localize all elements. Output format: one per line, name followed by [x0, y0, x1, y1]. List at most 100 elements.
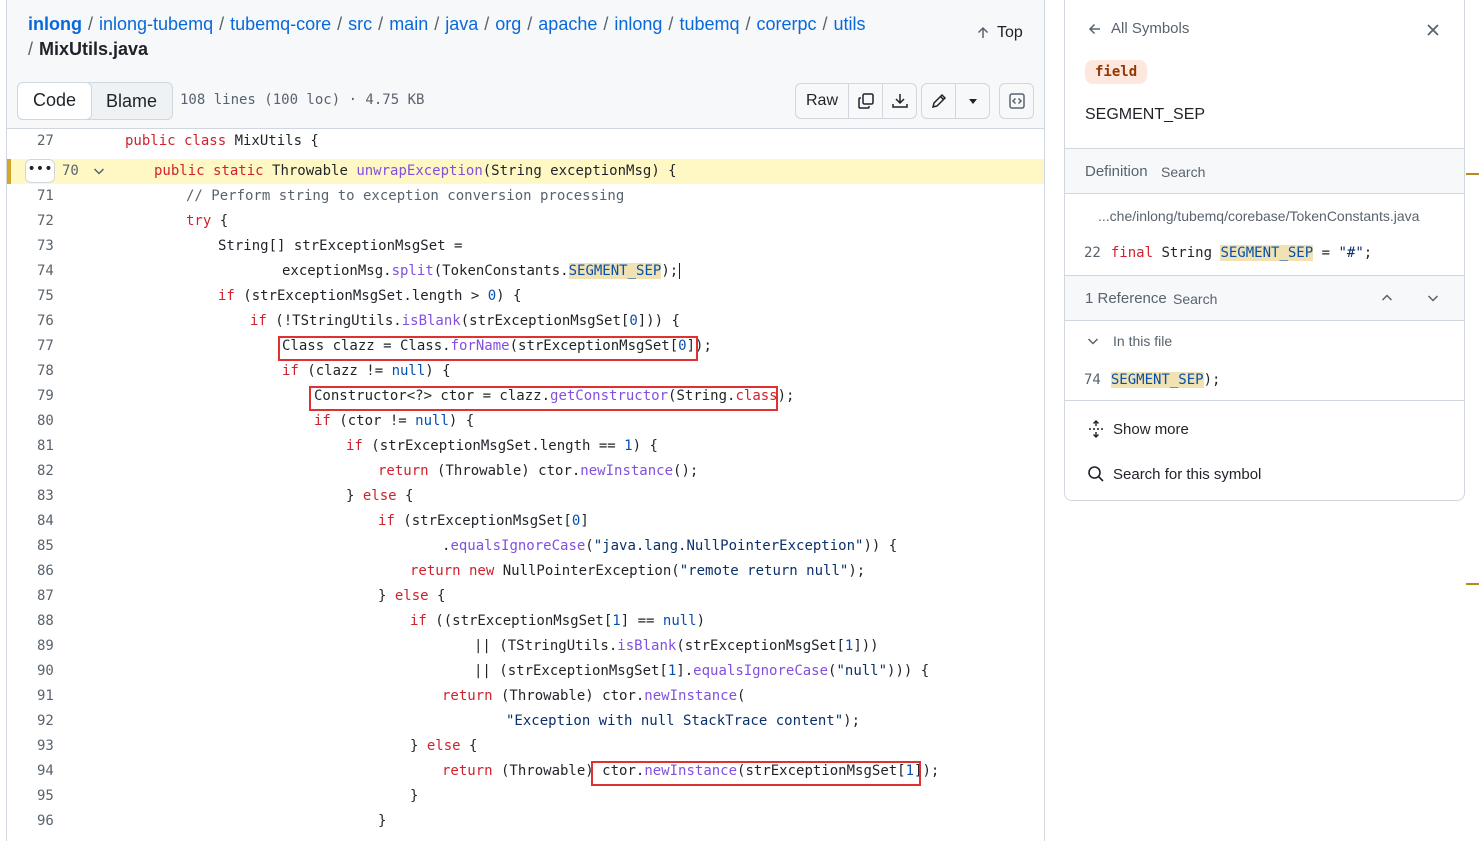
code-token: "Exception with null StackTrace content" — [506, 713, 844, 729]
line-number[interactable]: 96 — [37, 809, 85, 834]
chevron-down-icon[interactable] — [1425, 290, 1441, 306]
line-number[interactable]: 78 — [37, 359, 85, 384]
line-number[interactable]: 74 — [37, 259, 85, 284]
line-number[interactable]: 75 — [37, 284, 85, 309]
line-number[interactable]: 84 — [37, 509, 85, 534]
symbols-panel-toggle[interactable] — [1000, 84, 1033, 118]
breadcrumb-link-org[interactable]: org — [495, 14, 521, 34]
line-number[interactable]: 77 — [37, 334, 85, 359]
line-options-button[interactable]: ••• — [25, 159, 55, 183]
code-token: = — [1313, 245, 1339, 261]
breadcrumb-link-apache[interactable]: apache — [538, 14, 597, 34]
symbol-highlight[interactable]: SEGMENT_SEP — [568, 263, 662, 279]
code-token: String — [1153, 245, 1221, 261]
code-token: ]. — [676, 663, 694, 679]
line-number[interactable]: 85 — [37, 534, 85, 559]
code-token: (strExceptionMsgSet.length == — [362, 438, 625, 454]
code-line: 72 try { — [7, 209, 1044, 234]
line-number[interactable]: 89 — [37, 634, 85, 659]
show-more-button[interactable]: Show more — [1087, 420, 1189, 438]
fold-chevron-icon[interactable] — [91, 163, 107, 179]
top-link-label: Top — [997, 24, 1023, 41]
close-icon[interactable] — [1423, 20, 1443, 40]
line-number[interactable]: 73 — [37, 234, 85, 259]
download-button[interactable] — [882, 84, 916, 118]
code-token: "null" — [836, 663, 888, 679]
search-symbol-label: Search for this symbol — [1113, 465, 1262, 483]
definition-line[interactable]: 22 final String SEGMENT_SEP = "#"; — [1084, 245, 1372, 261]
top-link[interactable]: Top — [975, 24, 1023, 42]
code-text: || (strExceptionMsgSet[1].equalsIgnoreCa… — [474, 659, 929, 684]
code-token: (Throwable) ctor. — [428, 463, 581, 479]
definition-file-path[interactable]: ...che/inlong/tubemq/corebase/TokenConst… — [1098, 208, 1419, 224]
edit-button[interactable] — [922, 84, 955, 118]
definition-search-link[interactable]: Search — [1161, 164, 1205, 180]
code-token: || (TStringUtils. — [474, 638, 618, 654]
line-number[interactable]: 94 — [37, 759, 85, 784]
code-text: if (!TStringUtils.isBlank(strExceptionMs… — [250, 309, 680, 334]
breadcrumb-separator: / — [822, 14, 828, 34]
breadcrumb-separator: / — [527, 14, 533, 34]
code-token: ((strExceptionMsgSet[ — [426, 613, 613, 629]
breadcrumb-link-utils[interactable]: utils — [834, 14, 866, 34]
line-number[interactable]: 71 — [37, 184, 85, 209]
line-number[interactable]: 83 — [37, 484, 85, 509]
chevron-down-icon — [1087, 338, 1099, 345]
raw-button[interactable]: Raw — [796, 84, 848, 118]
code-token: ); — [1203, 372, 1221, 388]
all-symbols-label: All Symbols — [1111, 20, 1190, 37]
line-number[interactable]: 72 — [37, 209, 85, 234]
code-token: ] == — [620, 613, 663, 629]
search-symbol-button[interactable]: Search for this symbol — [1087, 465, 1261, 483]
line-number[interactable]: 90 — [37, 659, 85, 684]
line-number[interactable]: 82 — [37, 459, 85, 484]
symbols-panel: All Symbols field SEGMENT_SEP Definition… — [1064, 0, 1465, 501]
line-number[interactable]: 86 — [37, 559, 85, 584]
tab-blame[interactable]: Blame — [91, 83, 172, 119]
line-number[interactable]: 93 — [37, 734, 85, 759]
code-token: "remote return null" — [679, 563, 849, 579]
line-number[interactable]: 27 — [37, 129, 85, 154]
line-number[interactable]: 80 — [37, 409, 85, 434]
code-line: 84 if (strExceptionMsgSet[0] — [7, 509, 1044, 534]
code-token: null — [391, 363, 426, 379]
code-text: } else { — [378, 584, 445, 609]
line-number[interactable]: 92 — [37, 709, 85, 734]
copy-button[interactable] — [848, 84, 882, 118]
line-number[interactable]: 87 — [37, 584, 85, 609]
code-token: MixUtils { — [234, 133, 319, 149]
chevron-up-icon[interactable] — [1379, 290, 1395, 306]
code-comment: // Perform string to exception conversio… — [186, 188, 625, 204]
line-number[interactable]: 95 — [37, 784, 85, 809]
breadcrumb-link-tubemq-core[interactable]: tubemq-core — [230, 14, 331, 34]
line-number[interactable]: 91 — [37, 684, 85, 709]
references-search-link[interactable]: Search — [1173, 291, 1217, 307]
breadcrumb-link-corerpc[interactable]: corerpc — [757, 14, 817, 34]
breadcrumb-link-inlong-dir[interactable]: inlong — [614, 14, 662, 34]
code-line: 82 return (Throwable) ctor.newInstance()… — [7, 459, 1044, 484]
edit-dropdown-button[interactable] — [955, 84, 989, 118]
code-token: ] — [580, 513, 589, 529]
references-header: 1 Reference Search — [1065, 275, 1464, 321]
arrow-up-icon — [977, 26, 989, 38]
breadcrumb-link-src[interactable]: src — [348, 14, 372, 34]
code-view[interactable]: 27 public class MixUtils { ••• 70 public… — [7, 129, 1044, 841]
code-text: } — [410, 788, 419, 804]
line-number[interactable]: 88 — [37, 609, 85, 634]
code-text: if (strExceptionMsgSet.length == 1) { — [346, 434, 658, 459]
breadcrumb-link-java[interactable]: java — [445, 14, 478, 34]
reference-line[interactable]: 74 SEGMENT_SEP); — [1084, 372, 1220, 388]
line-number[interactable]: 76 — [37, 309, 85, 334]
in-this-file-toggle[interactable]: In this file — [1085, 333, 1172, 349]
code-token: 0 — [487, 288, 497, 304]
breadcrumb-link-inlong[interactable]: inlong — [28, 14, 82, 34]
tab-code[interactable]: Code — [17, 82, 93, 120]
line-number[interactable]: 79 — [37, 384, 85, 409]
code-token: "#" — [1338, 245, 1364, 261]
breadcrumb-link-main[interactable]: main — [389, 14, 428, 34]
breadcrumb-link-tubemq[interactable]: tubemq — [679, 14, 739, 34]
all-symbols-link[interactable]: All Symbols — [1087, 20, 1189, 37]
code-text: if (strExceptionMsgSet[0] — [378, 509, 589, 534]
breadcrumb-link-inlong-tubemq[interactable]: inlong-tubemq — [99, 14, 213, 34]
line-number[interactable]: 81 — [37, 434, 85, 459]
